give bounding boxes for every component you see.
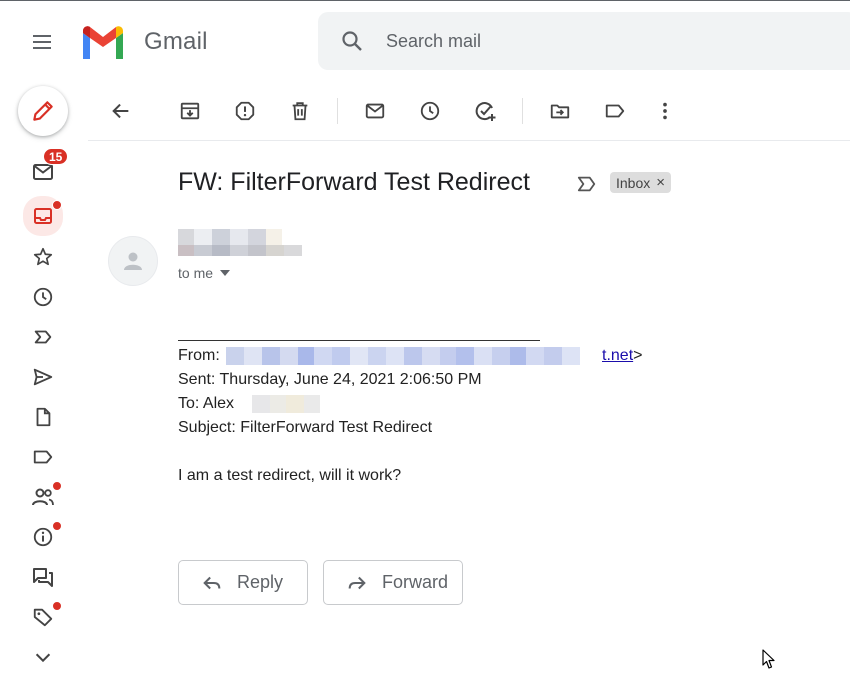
trash-icon — [292, 102, 308, 121]
people-icon — [32, 488, 54, 506]
rail-drafts[interactable] — [23, 399, 63, 435]
draft-icon — [36, 407, 51, 427]
reply-label: Reply — [237, 572, 284, 592]
forward-separator-line — [178, 340, 540, 341]
mouse-cursor — [762, 649, 776, 675]
toolbar-divider — [337, 98, 338, 124]
main-menu-button[interactable] — [22, 22, 62, 62]
star-icon — [33, 247, 53, 266]
label-icon — [33, 450, 53, 464]
hamburger-menu-icon — [33, 35, 51, 49]
forward-from-line: From: — [178, 347, 599, 365]
toolbar-divider-line — [88, 140, 850, 141]
pencil-icon — [33, 101, 53, 121]
clock-icon — [420, 101, 440, 121]
rail-updates[interactable] — [23, 519, 63, 555]
important-icon — [34, 330, 52, 344]
from-label: From: — [178, 347, 220, 365]
forward-sent-line: Sent: Thursday, June 24, 2021 2:06:50 PM — [178, 371, 482, 388]
forward-label: Forward — [382, 572, 449, 592]
notification-dot — [52, 200, 62, 210]
email-subject: FW: FilterForward Test Redirect — [178, 168, 530, 196]
add-to-tasks-button[interactable] — [466, 92, 504, 130]
rail-starred[interactable] — [23, 239, 63, 275]
sender-avatar[interactable] — [108, 236, 158, 286]
inbox-label-chip: Inbox × — [610, 172, 672, 193]
tag-icon — [33, 608, 53, 627]
mark-unread-button[interactable] — [356, 92, 394, 130]
label-chip-text: Inbox — [616, 174, 651, 191]
clock-icon — [33, 287, 53, 307]
person-icon — [124, 252, 142, 270]
forum-icon — [33, 568, 53, 587]
important-marker[interactable] — [576, 174, 598, 194]
notification-dot — [52, 521, 62, 531]
add-task-icon — [475, 102, 496, 121]
gmail-m-icon — [83, 26, 123, 59]
report-icon — [235, 101, 255, 121]
important-icon — [577, 176, 596, 192]
notification-dot — [52, 481, 62, 491]
back-button[interactable] — [102, 92, 140, 130]
labels-button[interactable] — [596, 92, 634, 130]
from-email-link[interactable]: t.net — [602, 347, 633, 364]
move-to-folder-icon — [550, 104, 570, 119]
cursor-arrow-icon — [762, 649, 775, 669]
rail-inbox[interactable] — [23, 196, 63, 236]
inbox-icon — [34, 208, 52, 224]
forward-button[interactable]: Forward — [323, 560, 463, 605]
gmail-logo[interactable]: Gmail — [80, 24, 220, 60]
more-options-button[interactable] — [646, 92, 684, 130]
archive-button[interactable] — [171, 92, 209, 130]
reply-icon — [203, 576, 221, 589]
info-icon — [33, 527, 53, 547]
compose-button[interactable] — [18, 86, 68, 136]
chevron-down-icon — [35, 653, 51, 663]
rail-label[interactable] — [23, 439, 63, 475]
archive-icon — [180, 102, 200, 120]
send-icon — [33, 368, 53, 386]
rail-forums[interactable] — [23, 559, 63, 595]
search-input[interactable] — [386, 30, 786, 52]
notification-dot — [52, 601, 62, 611]
reply-button[interactable]: Reply — [178, 560, 308, 605]
forward-to-line: To: Alex — [178, 395, 321, 413]
to-text: To: Alex — [178, 395, 235, 413]
top-border — [0, 0, 850, 1]
move-to-button[interactable] — [541, 92, 579, 130]
caret-down-icon — [220, 270, 231, 276]
search-bar[interactable] — [318, 12, 850, 70]
unread-count-badge: 15 — [43, 148, 69, 165]
forward-icon — [348, 576, 366, 589]
rail-more[interactable] — [23, 639, 63, 675]
app-name: Gmail — [144, 28, 208, 55]
mail-icon — [365, 103, 385, 119]
toolbar-divider — [522, 98, 523, 124]
label-icon — [605, 104, 625, 118]
more-vertical-icon — [663, 102, 667, 120]
redacted-sender-name — [178, 229, 302, 257]
rail-important[interactable] — [23, 319, 63, 355]
delete-button[interactable] — [281, 92, 319, 130]
rail-promotions[interactable] — [23, 599, 63, 635]
redacted-email-address — [226, 347, 599, 365]
recipient-details-toggle[interactable]: to me — [178, 265, 231, 281]
arrow-back-icon — [112, 103, 129, 119]
rail-sent[interactable] — [23, 359, 63, 395]
redacted-recipient-name — [252, 395, 321, 413]
snooze-button[interactable] — [411, 92, 449, 130]
forward-subject-line: Subject: FilterForward Test Redirect — [178, 419, 433, 436]
from-email-suffix: > — [633, 347, 643, 364]
rail-mail[interactable]: 15 — [23, 148, 69, 190]
report-spam-button[interactable] — [226, 92, 264, 130]
rail-social[interactable] — [23, 479, 63, 515]
rail-snoozed[interactable] — [23, 279, 63, 315]
message-body: I am a test redirect, will it work? — [178, 467, 402, 484]
recipient-line: to me — [178, 265, 214, 281]
search-icon[interactable] — [340, 29, 364, 53]
remove-label-button[interactable]: × — [656, 174, 665, 191]
from-email-domain[interactable]: t.net> — [602, 347, 642, 365]
